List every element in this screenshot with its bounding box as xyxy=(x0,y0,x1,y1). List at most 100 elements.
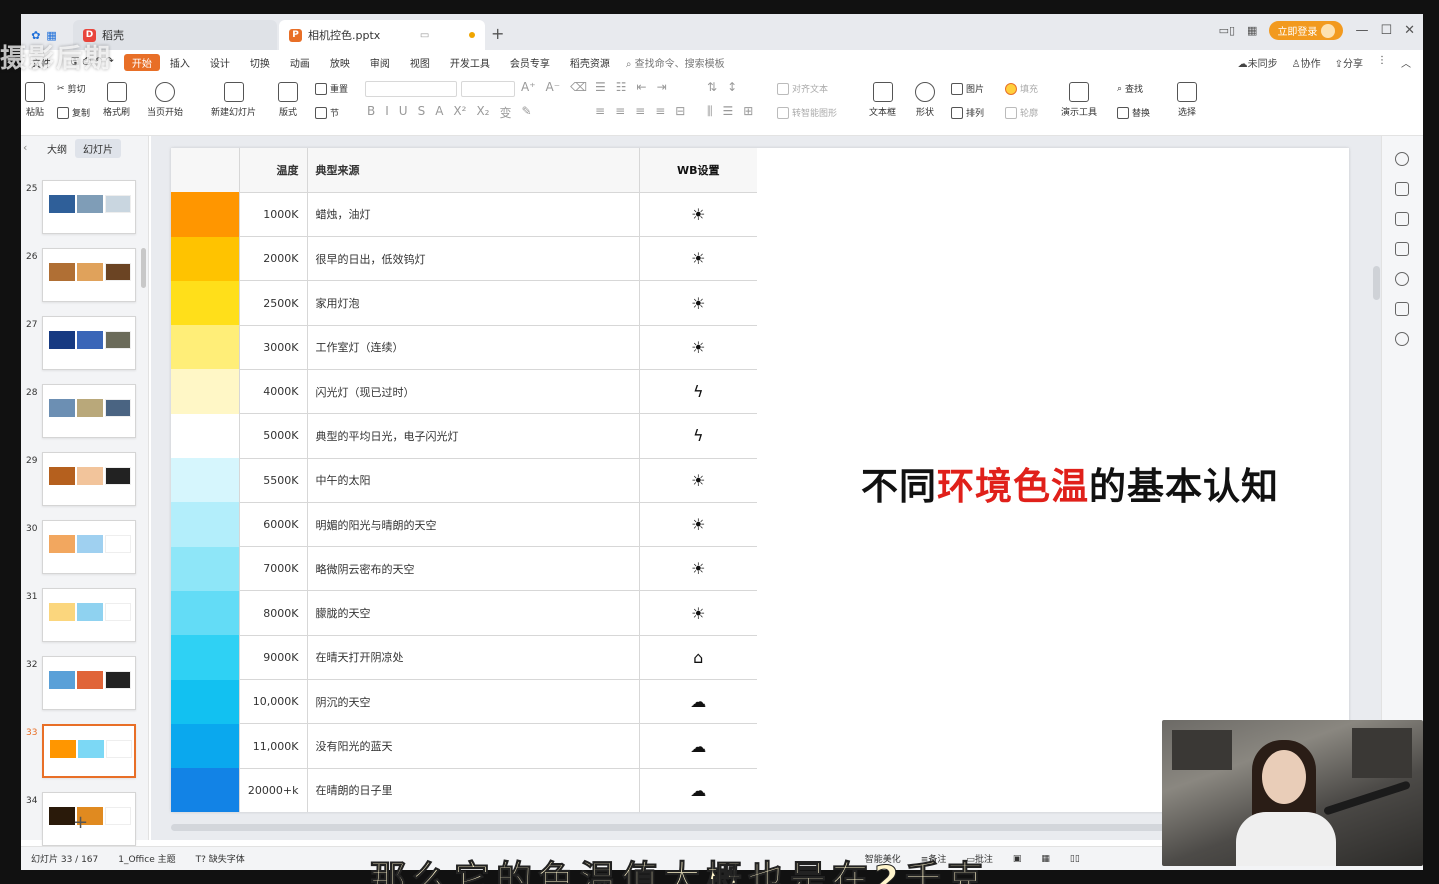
picture-button[interactable]: 图片 xyxy=(951,82,984,95)
numbering-icon[interactable]: ☷ xyxy=(616,80,627,94)
shrink-font-icon[interactable]: A⁻ xyxy=(546,80,561,94)
theme-name[interactable]: 1_Office 主题 xyxy=(108,852,185,865)
menu-member[interactable]: 会员专享 xyxy=(500,55,560,70)
slide-thumbnail-25[interactable]: 25 xyxy=(21,180,149,238)
italic-icon[interactable]: I xyxy=(385,104,389,121)
location-icon[interactable] xyxy=(1395,332,1409,346)
grid-view-icon[interactable]: ▦ xyxy=(1247,24,1257,37)
slide-thumbnail-29[interactable]: 29 xyxy=(21,452,149,510)
layout-button[interactable]: 版式 xyxy=(278,82,298,118)
tab-slides[interactable]: 幻灯片 xyxy=(75,138,121,158)
login-button[interactable]: 立即登录 xyxy=(1269,21,1344,40)
command-search[interactable]: ⌕ 查找命令、搜索模板 xyxy=(626,55,725,70)
slide-thumbnail-26[interactable]: 26 xyxy=(21,248,149,306)
line-spacing-icon[interactable]: ↕ xyxy=(727,80,737,94)
superscript-icon[interactable]: X² xyxy=(453,104,466,121)
outline-button[interactable]: 轮廓 xyxy=(1005,106,1038,119)
menu-insert[interactable]: 插入 xyxy=(160,55,200,70)
bullets-icon[interactable]: ☰ xyxy=(595,80,606,94)
bold-icon[interactable]: B xyxy=(367,104,375,121)
menu-transition[interactable]: 切换 xyxy=(240,55,280,70)
tab-pptx[interactable]: P 相机控色.pptx ▭ xyxy=(279,20,485,50)
font-color-icon[interactable]: A xyxy=(435,104,443,121)
menu-developer[interactable]: 开发工具 xyxy=(440,55,500,70)
shape-button[interactable]: 形状 xyxy=(915,82,935,118)
new-tab-button[interactable]: + xyxy=(491,24,504,43)
slide-thumbnail-30[interactable]: 30 xyxy=(21,520,149,578)
normal-view-icon[interactable]: ▣ xyxy=(1003,854,1032,864)
panel-scrollbar[interactable] xyxy=(141,248,146,288)
align-text-button[interactable]: 对齐文本 xyxy=(777,82,828,95)
slide-thumbnail-31[interactable]: 31 xyxy=(21,588,149,646)
indent-icon[interactable]: ⇥ xyxy=(657,80,667,94)
maximize-icon[interactable]: ☐ xyxy=(1380,23,1392,38)
subscript-icon[interactable]: X₂ xyxy=(476,104,489,121)
arrange-button[interactable]: 排列 xyxy=(951,106,984,119)
collab-button[interactable]: ♙协作 xyxy=(1292,55,1321,70)
underline-icon[interactable]: U xyxy=(399,104,408,121)
presenter-tools-button[interactable]: 演示工具 xyxy=(1061,82,1097,118)
align-left-icon[interactable]: ≡ xyxy=(595,104,605,118)
reading-view-icon[interactable]: ▯▯ xyxy=(1060,854,1090,864)
highlight-icon[interactable]: ✎ xyxy=(522,104,532,121)
select-button[interactable]: 选择 xyxy=(1177,82,1197,118)
slide-thumbnail-28[interactable]: 28 xyxy=(21,384,149,442)
help-icon[interactable] xyxy=(1395,272,1409,286)
close-icon[interactable]: ✕ xyxy=(1404,23,1415,38)
text-direction-icon[interactable]: ⇅ xyxy=(707,80,717,94)
menu-slideshow[interactable]: 放映 xyxy=(320,55,360,70)
sorter-view-icon[interactable]: ▦ xyxy=(1031,854,1060,864)
new-slide-button[interactable]: 新建幻灯片 xyxy=(211,82,256,118)
paragraph-spacing-icon[interactable]: ☰ xyxy=(723,104,734,119)
add-slide-button[interactable]: + xyxy=(73,812,88,833)
replace-button[interactable]: 替换 xyxy=(1117,106,1150,119)
menu-design[interactable]: 设计 xyxy=(200,55,240,70)
convert-smartart-button[interactable]: 转智能图形 xyxy=(777,106,837,119)
properties-icon[interactable] xyxy=(1395,182,1409,196)
cut-button[interactable]: ✂ 剪切 xyxy=(57,82,86,96)
pin-icon[interactable] xyxy=(1395,212,1409,226)
copy-style-icon[interactable] xyxy=(1395,242,1409,256)
justify-icon[interactable]: ≡ xyxy=(655,104,665,118)
menu-docer[interactable]: 稻壳资源 xyxy=(560,55,620,70)
design-icon[interactable] xyxy=(1395,152,1409,166)
missing-font-button[interactable]: T? 缺失字体 xyxy=(186,852,255,865)
menu-home[interactable]: 开始 xyxy=(123,53,160,71)
find-button[interactable]: ⌕ 查找 xyxy=(1117,82,1143,96)
align-center-icon[interactable]: ≡ xyxy=(615,104,625,118)
minimize-icon[interactable]: — xyxy=(1355,23,1368,38)
settings-icon[interactable] xyxy=(1395,302,1409,316)
cast-icon[interactable]: ▭ xyxy=(420,30,429,41)
more-icon[interactable]: ⋮ xyxy=(1377,55,1387,70)
vertical-scrollbar[interactable] xyxy=(1373,266,1380,300)
menu-view[interactable]: 视图 xyxy=(400,55,440,70)
tab-outline[interactable]: 大纲 xyxy=(47,141,67,156)
section-button[interactable]: 节 xyxy=(315,106,339,119)
align-right-icon[interactable]: ≡ xyxy=(635,104,645,118)
sync-button[interactable]: ☁未同步 xyxy=(1238,55,1278,70)
fill-button[interactable]: 填充 xyxy=(1005,82,1038,95)
play-from-current-button[interactable]: 当页开始 xyxy=(147,82,183,118)
outdent-icon[interactable]: ⇤ xyxy=(637,80,647,94)
collapse-ribbon-icon[interactable]: ︿ xyxy=(1401,55,1411,70)
clear-format-icon[interactable]: ⌫ xyxy=(570,80,587,94)
columns-icon[interactable]: ⫼ xyxy=(707,104,713,119)
copy-button[interactable]: 复制 xyxy=(57,106,90,119)
font-size-select[interactable] xyxy=(461,81,515,97)
font-family-select[interactable] xyxy=(365,81,457,97)
paste-button[interactable]: 粘贴 xyxy=(25,82,45,118)
textbox-button[interactable]: 文本框 xyxy=(869,82,896,118)
current-slide[interactable]: 温度 典型来源 WB设置 1000K 蜡烛，油灯 ☀ 2000K 很早的日出，低效钨灯 ☀… xyxy=(171,148,1349,812)
slide-thumbnail-32[interactable]: 32 xyxy=(21,656,149,714)
para-settings-icon[interactable]: ⊞ xyxy=(743,104,753,119)
share-button[interactable]: ⇪分享 xyxy=(1335,55,1363,70)
char-spacing-icon[interactable]: 变 xyxy=(499,104,511,121)
layout-switch-icon[interactable]: ▭▯ xyxy=(1219,24,1235,37)
distribute-icon[interactable]: ⊟ xyxy=(675,104,685,118)
horizontal-scrollbar[interactable] xyxy=(171,824,1181,831)
slide-thumbnail-27[interactable]: 27 xyxy=(21,316,149,374)
slide-thumbnail-33[interactable]: 33 xyxy=(21,724,149,782)
format-painter-button[interactable]: 格式刷 xyxy=(103,82,130,118)
reset-button[interactable]: 重置 xyxy=(315,82,348,95)
grow-font-icon[interactable]: A⁺ xyxy=(521,80,536,94)
